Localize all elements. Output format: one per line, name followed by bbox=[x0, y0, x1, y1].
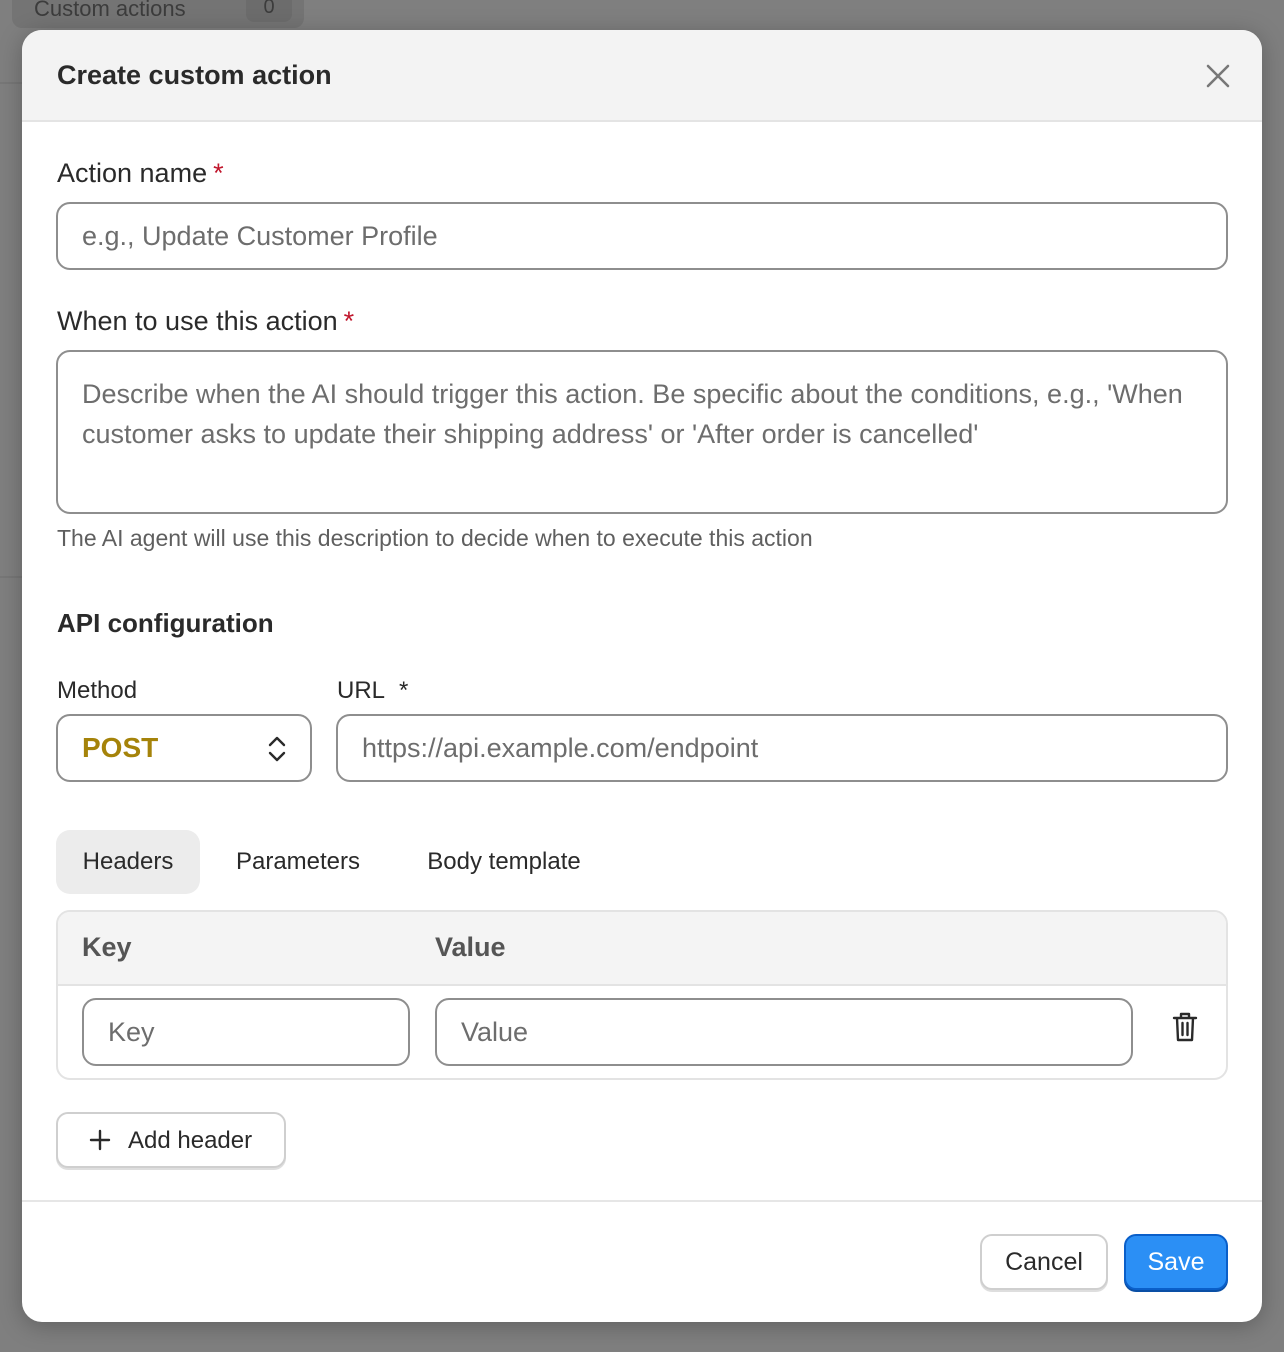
column-header-key: Key bbox=[82, 932, 132, 962]
url-label-text: URL bbox=[337, 677, 386, 704]
method-label: Method bbox=[57, 677, 138, 704]
headers-table: Key Value bbox=[56, 910, 1228, 1080]
url-input[interactable] bbox=[338, 716, 1226, 780]
when-to-use-label-text: When to use this action bbox=[57, 306, 338, 336]
header-key-input[interactable] bbox=[84, 1000, 408, 1064]
url-label: URL * bbox=[337, 677, 408, 705]
create-custom-action-dialog: Create custom action Action name* When t… bbox=[22, 30, 1262, 1322]
method-select-value: POST bbox=[82, 732, 159, 763]
when-to-use-field[interactable] bbox=[56, 350, 1228, 514]
method-select[interactable]: POST bbox=[56, 714, 312, 782]
when-to-use-label: When to use this action * bbox=[57, 306, 354, 337]
add-header-button[interactable]: Add header bbox=[56, 1112, 286, 1168]
footer-divider bbox=[22, 1200, 1262, 1202]
dialog-title: Create custom action bbox=[57, 60, 332, 90]
header-key-field[interactable] bbox=[82, 998, 410, 1066]
action-name-field[interactable] bbox=[56, 202, 1228, 270]
custom-actions-count-badge: 0 bbox=[246, 0, 292, 22]
required-asterisk: * bbox=[399, 677, 409, 704]
close-icon[interactable] bbox=[1204, 62, 1232, 90]
trash-icon[interactable] bbox=[1170, 1010, 1200, 1044]
dialog-header: Create custom action bbox=[22, 30, 1262, 122]
custom-actions-tab-label: Custom actions bbox=[34, 0, 186, 21]
action-name-label-text: Action name bbox=[57, 158, 208, 188]
required-asterisk: * bbox=[213, 158, 224, 188]
column-header-value: Value bbox=[435, 932, 506, 962]
plus-icon bbox=[89, 1129, 111, 1151]
action-name-label: Action name * bbox=[57, 158, 224, 189]
tab-body-template[interactable]: Body template bbox=[404, 830, 604, 894]
when-to-use-textarea[interactable] bbox=[58, 352, 1226, 512]
url-field[interactable] bbox=[336, 714, 1228, 782]
background-divider bbox=[0, 82, 24, 84]
required-asterisk: * bbox=[343, 306, 355, 336]
background-divider bbox=[0, 576, 24, 578]
save-button[interactable]: Save bbox=[1124, 1234, 1228, 1290]
action-name-input[interactable] bbox=[58, 204, 1226, 268]
header-value-input[interactable] bbox=[437, 1000, 1131, 1064]
custom-actions-tab: Custom actions 0 bbox=[12, 0, 304, 28]
tab-parameters[interactable]: Parameters bbox=[220, 830, 376, 894]
chevron-up-down-icon bbox=[268, 736, 286, 762]
cancel-button[interactable]: Cancel bbox=[980, 1234, 1108, 1290]
tab-headers[interactable]: Headers bbox=[56, 830, 200, 894]
when-to-use-hint: The AI agent will use this description t… bbox=[57, 525, 813, 551]
header-value-field[interactable] bbox=[435, 998, 1133, 1066]
headers-table-header: Key Value bbox=[58, 912, 1226, 986]
api-configuration-heading: API configuration bbox=[57, 608, 274, 638]
add-header-label: Add header bbox=[128, 1127, 253, 1154]
